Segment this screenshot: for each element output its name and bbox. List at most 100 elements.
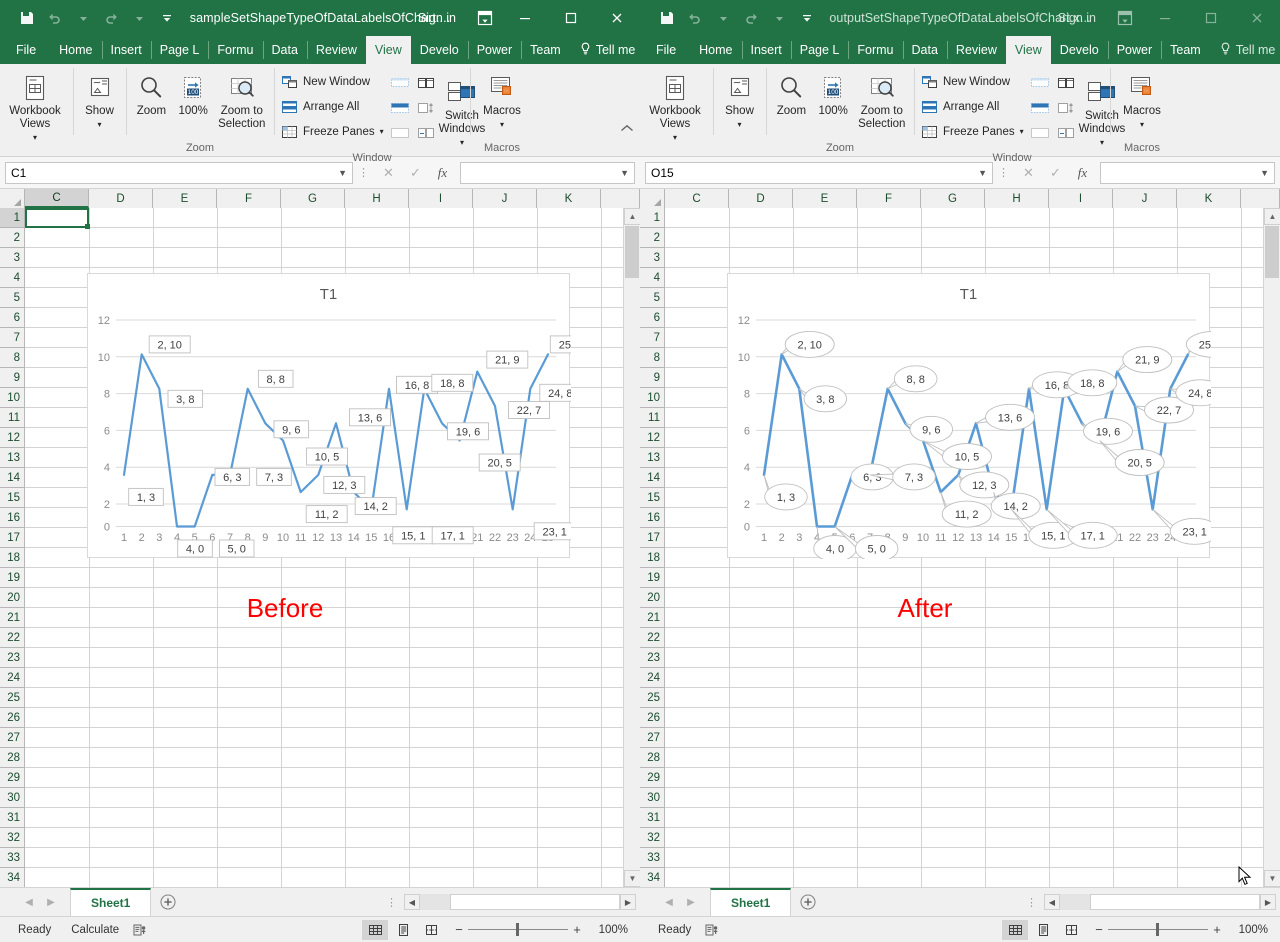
vertical-scrollbar[interactable]: ▲ ▼ — [1263, 208, 1280, 887]
customize-qat-icon[interactable] — [794, 5, 820, 31]
column-header-E[interactable]: E — [793, 189, 857, 208]
row-header-33[interactable]: 33 — [0, 848, 24, 868]
view-side-by-side-icon[interactable] — [413, 70, 439, 95]
column-header-K[interactable]: K — [537, 189, 601, 208]
data-label[interactable]: 11, 2 — [306, 506, 347, 523]
chevron-down-icon[interactable]: ▼ — [620, 168, 629, 178]
data-label[interactable]: 10, 5 — [307, 448, 348, 465]
row-header-18[interactable]: 18 — [640, 548, 664, 568]
scroll-right-arrow[interactable]: ▶ — [620, 894, 636, 910]
tab-review[interactable]: Review — [947, 36, 1006, 64]
chevron-down-icon[interactable]: ▼ — [338, 168, 347, 178]
macros-button[interactable]: Macros ▾ — [1114, 68, 1170, 131]
freeze-panes-button[interactable]: Freeze Panes ▾ — [278, 119, 387, 144]
select-all-corner[interactable] — [640, 189, 665, 208]
row-header-30[interactable]: 30 — [0, 788, 24, 808]
row-header-32[interactable]: 32 — [0, 828, 24, 848]
row-header-15[interactable]: 15 — [0, 488, 24, 508]
sign-in-button[interactable]: Sign in — [1046, 11, 1108, 25]
row-header-6[interactable]: 6 — [640, 308, 664, 328]
data-label[interactable]: 19, 6 — [448, 423, 489, 440]
data-label[interactable]: 8, 8 — [888, 366, 937, 392]
vertical-scroll-thumb[interactable] — [1265, 226, 1279, 278]
column-header-I[interactable]: I — [409, 189, 473, 208]
worksheet-grid[interactable]: C D E F G H I J K 1234567891011121314151… — [640, 189, 1280, 887]
row-header-2[interactable]: 2 — [640, 228, 664, 248]
row-header-11[interactable]: 11 — [0, 408, 24, 428]
chevron-down-icon[interactable]: ▾ — [1140, 118, 1144, 131]
column-header-E[interactable]: E — [153, 189, 217, 208]
zoom-slider[interactable]: − + — [450, 922, 586, 937]
scroll-down-arrow[interactable]: ▼ — [1264, 870, 1280, 887]
dropdown-undo-icon[interactable] — [710, 5, 736, 31]
row-header-31[interactable]: 31 — [640, 808, 664, 828]
tab-team[interactable]: Team — [1161, 36, 1210, 64]
collapse-ribbon-icon[interactable] — [620, 124, 634, 136]
tab-team[interactable]: Team — [521, 36, 570, 64]
row-header-26[interactable]: 26 — [640, 708, 664, 728]
row-header-10[interactable]: 10 — [0, 388, 24, 408]
column-header-H[interactable]: H — [985, 189, 1049, 208]
chevron-down-icon[interactable]: ▾ — [1100, 136, 1104, 149]
prev-sheet-arrow[interactable]: ◀ — [18, 891, 40, 913]
data-label[interactable]: 21, 9 — [487, 351, 528, 368]
page-break-preview-button[interactable] — [418, 920, 444, 940]
row-header-7[interactable]: 7 — [0, 328, 24, 348]
zoom-track[interactable] — [1108, 923, 1208, 937]
data-label[interactable]: 18, 8 — [432, 374, 473, 391]
data-label[interactable]: 3, 8 — [168, 390, 203, 407]
data-label[interactable]: 20, 5 — [479, 454, 520, 471]
column-header-J[interactable]: J — [473, 189, 537, 208]
row-header-12[interactable]: 12 — [640, 428, 664, 448]
row-header-22[interactable]: 22 — [0, 628, 24, 648]
formula-input[interactable]: ▼ — [460, 162, 635, 184]
tab-home[interactable]: Home — [690, 36, 741, 64]
chevron-down-icon[interactable]: ▾ — [673, 131, 677, 144]
data-label[interactable]: 6, 3 — [215, 468, 250, 485]
ribbon-display-options-icon[interactable] — [1108, 0, 1142, 36]
row-header-21[interactable]: 21 — [640, 608, 664, 628]
dropdown-redo-icon[interactable] — [766, 5, 792, 31]
zoom-out-button[interactable]: − — [1090, 922, 1108, 937]
chevron-down-icon[interactable]: ▾ — [460, 136, 464, 149]
tab-data[interactable]: Data — [903, 36, 947, 64]
scroll-right-arrow[interactable]: ▶ — [1260, 894, 1276, 910]
row-header-30[interactable]: 30 — [640, 788, 664, 808]
row-header-17[interactable]: 17 — [0, 528, 24, 548]
chevron-down-icon[interactable]: ▾ — [97, 118, 101, 131]
column-header-G[interactable]: G — [281, 189, 345, 208]
minimize-button[interactable] — [1142, 0, 1188, 36]
row-header-8[interactable]: 8 — [0, 348, 24, 368]
row-header-6[interactable]: 6 — [0, 308, 24, 328]
next-sheet-arrow[interactable]: ▶ — [680, 891, 702, 913]
row-header-18[interactable]: 18 — [0, 548, 24, 568]
row-header-29[interactable]: 29 — [0, 768, 24, 788]
workbook-views-button[interactable]: Workbook Views▾ — [644, 68, 706, 144]
ribbon-display-options-icon[interactable] — [468, 0, 502, 36]
chevron-down-icon[interactable]: ▾ — [1020, 127, 1024, 136]
zoom-out-button[interactable]: − — [450, 922, 468, 937]
data-label[interactable]: 22, 7 — [509, 402, 550, 419]
row-header-23[interactable]: 23 — [640, 648, 664, 668]
data-label[interactable]: 9, 6 — [905, 416, 952, 442]
save-icon[interactable] — [14, 5, 40, 31]
row-header-34[interactable]: 34 — [0, 868, 24, 887]
tab-file[interactable]: File — [0, 36, 50, 64]
freeze-panes-button[interactable]: Freeze Panes ▾ — [918, 119, 1027, 144]
chevron-down-icon[interactable]: ▾ — [500, 118, 504, 131]
chart-after[interactable]: T1 12 10 — [727, 273, 1210, 558]
tell-me-box[interactable]: Tell me — [1210, 36, 1280, 64]
data-label[interactable]: 20, 5 — [1100, 441, 1165, 476]
row-header-14[interactable]: 14 — [0, 468, 24, 488]
zoom-to-selection-button[interactable]: Zoom to Selection — [214, 68, 270, 131]
horizontal-scroll-track[interactable] — [1060, 894, 1260, 910]
row-header-27[interactable]: 27 — [0, 728, 24, 748]
zoom-in-button[interactable]: + — [568, 922, 586, 937]
data-label[interactable]: 13, 6 — [976, 404, 1035, 430]
row-header-25[interactable]: 25 — [640, 688, 664, 708]
accessibility-icon[interactable] — [701, 923, 723, 937]
accessibility-icon[interactable] — [129, 923, 151, 937]
zoom-to-selection-button[interactable]: Zoom to Selection — [854, 68, 910, 131]
chevron-down-icon[interactable]: ▾ — [33, 131, 37, 144]
column-header-H[interactable]: H — [345, 189, 409, 208]
